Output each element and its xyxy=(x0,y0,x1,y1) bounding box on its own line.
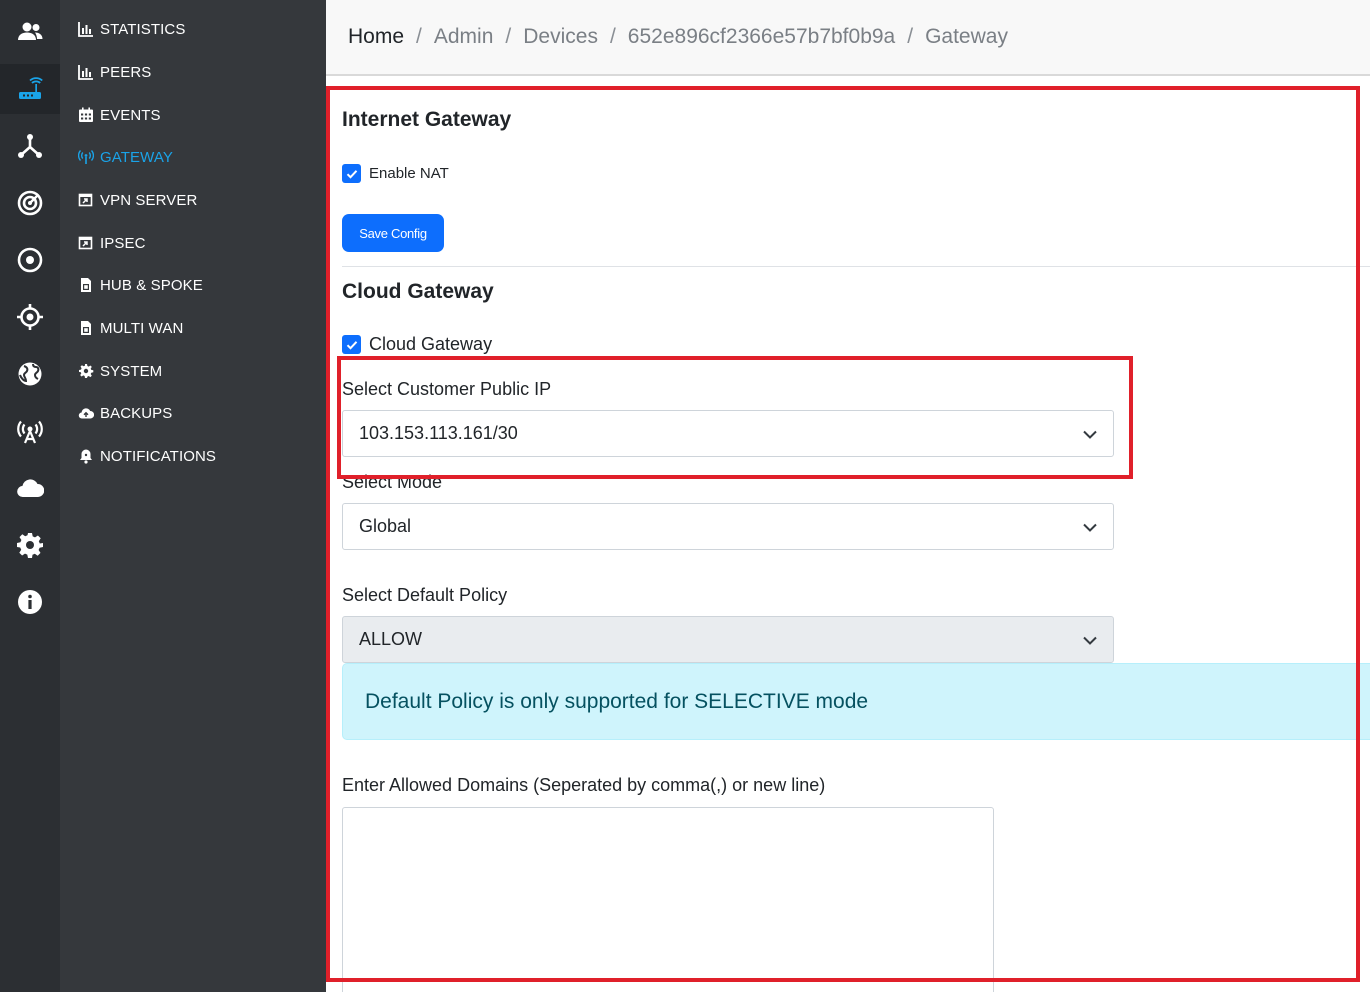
mode-label: Select Mode xyxy=(342,472,443,492)
menu-item-multi-wan[interactable]: MULTI WAN xyxy=(78,316,183,340)
rail-broadcast[interactable] xyxy=(0,406,60,456)
menu-item-label: IPSEC xyxy=(100,234,146,252)
rail-crosshair[interactable] xyxy=(0,292,60,342)
breadcrumb-separator: / xyxy=(505,25,512,48)
breadcrumb-separator: / xyxy=(416,25,422,48)
check-icon xyxy=(346,340,357,350)
menu-item-hub-spoke[interactable]: HUB & SPOKE xyxy=(78,273,203,297)
antenna-icon xyxy=(78,150,94,164)
calendar-icon xyxy=(79,107,93,122)
menu-item-label: MULTI WAN xyxy=(100,319,184,337)
breadcrumb-device-id[interactable]: 652e896cf2366e57b7bf0b9a xyxy=(628,25,895,49)
menu-item-label: VPN SERVER xyxy=(100,191,198,209)
section-divider xyxy=(342,266,1370,267)
breadcrumb: Home / Admin / Devices / 652e896cf2366e5… xyxy=(326,0,1370,76)
menu-item-notifications[interactable]: NOTIFICATIONS xyxy=(78,444,216,468)
network-icon xyxy=(18,134,42,158)
window-arrow-icon xyxy=(78,193,93,207)
breadcrumb-separator: / xyxy=(609,25,616,48)
breadcrumb-devices[interactable]: Devices xyxy=(523,25,598,49)
menu-item-label: STATISTICS xyxy=(100,20,186,38)
target-icon xyxy=(17,247,43,273)
menu-item-peers[interactable]: PEERS xyxy=(78,60,151,84)
chevron-down-icon xyxy=(1083,636,1097,645)
enable-nat-checkbox[interactable] xyxy=(342,164,361,183)
cloud-gateway-label: Cloud Gateway xyxy=(369,334,493,354)
menu-item-backups[interactable]: BACKUPS xyxy=(78,401,172,425)
menu-item-ipsec[interactable]: IPSEC xyxy=(78,231,146,255)
window-arrow-icon xyxy=(78,236,93,250)
mode-select[interactable]: Global xyxy=(342,503,1114,550)
gear-icon xyxy=(17,533,43,558)
cloud-gateway-checkbox-row[interactable]: Cloud Gateway xyxy=(342,334,492,355)
rail-info[interactable] xyxy=(0,577,60,627)
default-policy-alert-text: Default Policy is only supported for SEL… xyxy=(365,689,869,713)
cloud-icon xyxy=(17,479,44,498)
menu-item-label: HUB & SPOKE xyxy=(100,276,203,294)
resize-handle-icon[interactable] xyxy=(975,988,991,992)
users-icon xyxy=(18,22,43,40)
mode-value: Global xyxy=(359,516,412,536)
sim-card-icon xyxy=(81,278,91,292)
icon-rail xyxy=(0,0,60,992)
rail-cloud[interactable] xyxy=(0,463,60,513)
rail-radar[interactable] xyxy=(0,178,60,228)
main-content: Home / Admin / Devices / 652e896cf2366e5… xyxy=(326,0,1370,992)
sim-card-icon xyxy=(81,321,91,335)
allowed-domains-textarea[interactable] xyxy=(342,807,994,992)
bar-chart-icon xyxy=(78,65,93,80)
rail-devices[interactable] xyxy=(0,64,60,114)
info-icon xyxy=(18,590,42,614)
menu-item-system[interactable]: SYSTEM xyxy=(78,359,162,383)
breadcrumb-current: Gateway xyxy=(925,25,1008,48)
cloud-gateway-checkbox[interactable] xyxy=(342,335,361,354)
gear-icon xyxy=(79,364,94,378)
rail-globe[interactable] xyxy=(0,349,60,399)
menu-item-events[interactable]: EVENTS xyxy=(78,103,161,127)
save-config-button[interactable]: Save Config xyxy=(342,214,444,252)
bell-icon xyxy=(80,449,92,464)
rail-users[interactable] xyxy=(0,7,60,57)
menu-item-label: EVENTS xyxy=(100,106,161,124)
app: STATISTICS PEERS EVENTS GATEWAY VPN SERV… xyxy=(0,0,1370,992)
menu-item-vpn-server[interactable]: VPN SERVER xyxy=(78,188,197,212)
menu-item-gateway[interactable]: GATEWAY xyxy=(78,145,173,169)
router-icon xyxy=(19,77,43,99)
rail-target[interactable] xyxy=(0,235,60,285)
bar-chart-icon xyxy=(78,22,93,37)
enable-nat-label: Enable NAT xyxy=(369,165,449,182)
public-ip-label: Select Customer Public IP xyxy=(342,379,552,399)
chevron-down-icon xyxy=(1083,430,1097,439)
menu-item-label: SYSTEM xyxy=(100,362,163,380)
rail-settings[interactable] xyxy=(0,520,60,570)
breadcrumb-admin[interactable]: Admin xyxy=(434,25,494,49)
radar-icon xyxy=(17,190,43,216)
menu-item-label: BACKUPS xyxy=(100,404,173,422)
menu-item-label: NOTIFICATIONS xyxy=(100,447,217,465)
broadcast-tower-icon xyxy=(17,420,43,444)
internet-gateway-title: Internet Gateway xyxy=(342,108,512,131)
device-submenu: STATISTICS PEERS EVENTS GATEWAY VPN SERV… xyxy=(60,0,326,992)
default-policy-select[interactable]: ALLOW xyxy=(342,616,1114,663)
crosshair-icon xyxy=(17,304,43,330)
globe-icon xyxy=(18,362,42,386)
default-policy-label: Select Default Policy xyxy=(342,585,508,605)
allowed-domains-label: Enter Allowed Domains (Seperated by comm… xyxy=(342,775,826,795)
breadcrumb-separator: / xyxy=(907,25,914,48)
public-ip-value: 103.153.113.161/30 xyxy=(359,423,518,443)
menu-item-label: PEERS xyxy=(100,63,152,81)
breadcrumb-home[interactable]: Home xyxy=(348,25,404,49)
cloud-upload-icon xyxy=(78,408,94,419)
default-policy-alert: Default Policy is only supported for SEL… xyxy=(342,663,1370,740)
chevron-down-icon xyxy=(1083,523,1097,532)
enable-nat-checkbox-row[interactable]: Enable NAT xyxy=(342,164,449,183)
default-policy-value: ALLOW xyxy=(359,629,423,649)
menu-item-statistics[interactable]: STATISTICS xyxy=(78,17,185,41)
check-icon xyxy=(346,169,357,179)
public-ip-select[interactable]: 103.153.113.161/30 xyxy=(342,410,1114,457)
menu-item-label: GATEWAY xyxy=(100,148,173,166)
cloud-gateway-title: Cloud Gateway xyxy=(342,280,494,303)
rail-network[interactable] xyxy=(0,121,60,171)
